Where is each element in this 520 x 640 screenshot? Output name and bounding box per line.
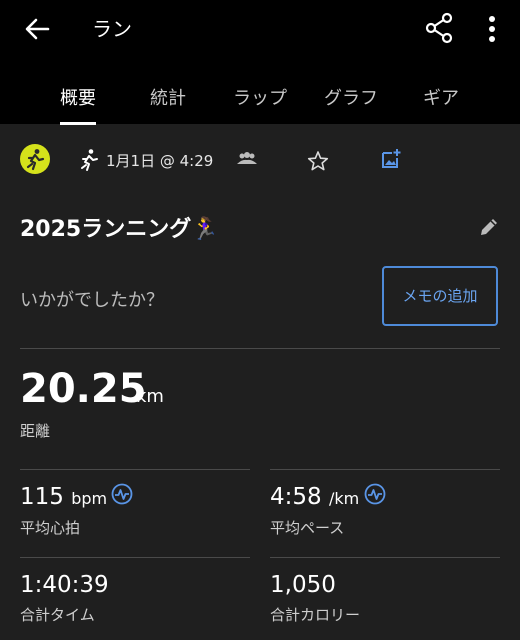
distance-value: 20.25 (20, 366, 147, 412)
total-time-value: 1:40:39 (20, 572, 109, 598)
pencil-icon[interactable] (478, 216, 500, 238)
people-icon[interactable] (236, 150, 258, 168)
distance-label: 距離 (20, 422, 51, 440)
how-was-it-prompt: いかがでしたか？ (20, 290, 164, 311)
run-badge-icon (20, 144, 50, 174)
divider (20, 348, 500, 349)
page-title: ラン (92, 17, 132, 41)
back-arrow-icon[interactable] (22, 14, 52, 44)
total-calories-label: 合計カロリー (270, 606, 361, 624)
divider (270, 557, 500, 558)
share-icon[interactable] (424, 12, 454, 44)
star-icon[interactable] (307, 150, 329, 172)
more-vert-icon[interactable] (480, 14, 504, 44)
divider (270, 469, 500, 470)
activity-name: 2025ランニング🏃‍♀️ (20, 217, 219, 242)
pace-icon[interactable] (364, 483, 386, 505)
avg-heart-rate-label: 平均心拍 (20, 519, 81, 537)
tab-gear[interactable]: ギア (386, 84, 496, 110)
avg-heart-rate-value: 115 bpm (20, 484, 108, 510)
active-tab-indicator (60, 122, 96, 125)
add-photo-icon[interactable] (380, 148, 402, 170)
heart-rate-icon[interactable] (111, 483, 133, 505)
divider (20, 557, 250, 558)
avg-pace-unit: /km (328, 489, 360, 508)
total-calories-value: 1,050 (270, 572, 336, 598)
tab-bar: 概要 統計 ラップ グラフ ギア (0, 80, 520, 124)
runner-icon (81, 149, 98, 171)
activity-datetime: 1月1日 @ 4:29 (106, 152, 214, 170)
total-time-label: 合計タイム (20, 606, 95, 624)
divider (20, 469, 250, 470)
avg-pace-value: 4:58 /km (270, 484, 360, 510)
distance-unit: km (136, 386, 164, 407)
avg-pace-label: 平均ペース (270, 519, 345, 537)
add-memo-button[interactable]: メモの追加 (382, 266, 498, 326)
avg-heart-rate-unit: bpm (71, 489, 108, 508)
